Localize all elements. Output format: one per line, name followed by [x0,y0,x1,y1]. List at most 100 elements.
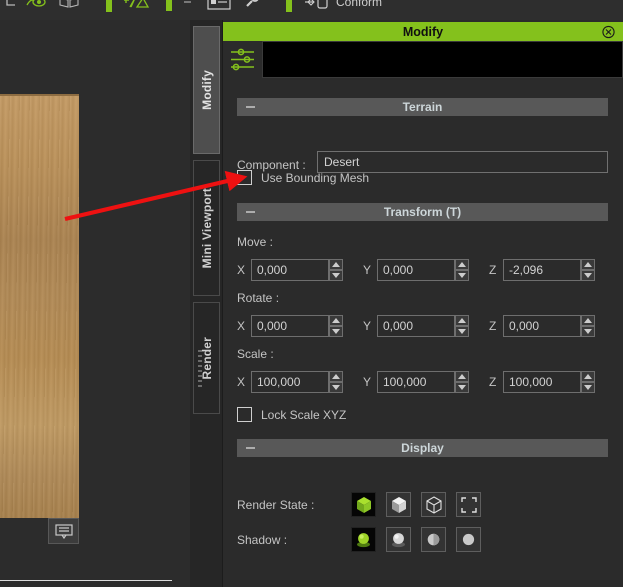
render-state-wireframe-button[interactable] [421,492,446,517]
close-circle-icon[interactable] [602,25,615,38]
sidebar-item-mini-viewport[interactable]: Mini Viewport [193,160,220,296]
use-bounding-mesh-checkbox[interactable] [237,170,252,185]
page-title: Modify [402,24,444,39]
scale-z-spinner[interactable] [581,371,595,393]
scale-label: Scale : [237,347,274,361]
move-y-spinner[interactable] [455,259,469,281]
scale-y-spin-up[interactable] [455,371,469,382]
scale-x-axis-label: X [237,375,246,389]
move-label: Move : [237,235,274,249]
rotate-z-spinner[interactable] [581,315,595,337]
modify-panel: Modify Terrain Component : Desert Use Bo… [223,20,623,587]
rotate-y-axis-label: Y [363,319,372,333]
measure-icon[interactable] [4,0,18,12]
section-title-transform: Transform (T) [383,205,462,219]
lock-scale-xyz-checkbox[interactable] [237,407,252,422]
toolbar-separator-3 [286,0,292,12]
render-state-label: Render State : [237,498,315,512]
scale-z-axis-label: Z [489,375,497,389]
scale-y-spin-down[interactable] [455,382,469,393]
viewport-divider [0,580,172,581]
move-z-spin-up[interactable] [581,259,595,270]
rail-grip [198,350,202,390]
rotate-y-spin-down[interactable] [455,326,469,337]
conform-icon[interactable] [304,0,332,12]
mirror-icon[interactable] [58,0,80,12]
sidebar-item-modify[interactable]: Modify [193,26,220,154]
section-header-display[interactable]: Display [237,439,608,457]
conform-label: Conform [336,0,383,9]
dash-icon[interactable] [182,0,194,12]
toolbar-separator-2 [166,0,172,12]
tab-label-modify: Modify [199,70,214,110]
shadow-half-button[interactable] [421,527,446,552]
toolstrip-display-area [262,41,623,78]
scale-x-input[interactable]: 100,000 [251,371,329,393]
move-z-axis-label: Z [489,263,497,277]
scale-y-axis-label: Y [363,375,372,389]
section-title-terrain: Terrain [402,100,443,114]
3d-viewport[interactable] [0,20,190,587]
rotate-x-spin-up[interactable] [329,315,343,326]
add-triangle-icon[interactable] [124,0,150,12]
rotate-z-input[interactable]: 0,000 [503,315,581,337]
collapse-icon-terrain[interactable] [246,106,255,108]
render-state-shaded-button[interactable] [386,492,411,517]
collapse-icon-display[interactable] [246,447,255,449]
scale-z-input[interactable]: 100,000 [503,371,581,393]
panel-titlebar: Modify [223,22,623,41]
move-x-axis-label: X [237,263,246,277]
move-y-spin-down[interactable] [455,270,469,281]
rotate-z-spin-up[interactable] [581,315,595,326]
rotate-x-spin-down[interactable] [329,326,343,337]
shadow-soft-button[interactable] [386,527,411,552]
section-header-terrain[interactable]: Terrain [237,98,608,116]
scale-x-spin-up[interactable] [329,371,343,382]
properties-icon[interactable] [206,0,232,12]
toolbar-separator-1 [106,0,112,12]
shadow-full-button[interactable] [351,527,376,552]
scale-z-spin-down[interactable] [581,382,595,393]
collapse-icon-transform[interactable] [246,211,255,213]
terrain-surface [0,96,79,518]
use-bounding-mesh-row[interactable]: Use Bounding Mesh [237,170,369,185]
move-z-spinner[interactable] [581,259,595,281]
rotate-y-spin-up[interactable] [455,315,469,326]
section-title-display: Display [401,441,444,455]
move-y-input[interactable]: 0,000 [377,259,455,281]
rotate-y-spinner[interactable] [455,315,469,337]
rotate-x-axis-label: X [237,319,246,333]
move-x-spin-up[interactable] [329,259,343,270]
move-x-input[interactable]: 0,000 [251,259,329,281]
comment-icon[interactable] [48,518,79,544]
rotate-label: Rotate : [237,291,280,305]
move-z-input[interactable]: -2,096 [503,259,581,281]
rotate-y-input[interactable]: 0,000 [377,315,455,337]
use-bounding-mesh-label: Use Bounding Mesh [261,170,370,185]
scale-x-spinner[interactable] [329,371,343,393]
scale-y-input[interactable]: 100,000 [377,371,455,393]
lock-scale-xyz-label: Lock Scale XYZ [261,407,347,422]
move-z-spin-down[interactable] [581,270,595,281]
render-state-bounds-button[interactable] [456,492,481,517]
panel-tab-rail: Modify Mini Viewport Render [190,20,223,587]
render-state-solid-button[interactable] [351,492,376,517]
eye-snap-icon[interactable] [26,0,46,12]
tab-label-mini-viewport: Mini Viewport [199,187,214,269]
lock-scale-xyz-row[interactable]: Lock Scale XYZ [237,407,346,422]
move-x-spinner[interactable] [329,259,343,281]
section-header-transform[interactable]: Transform (T) [237,203,608,221]
scale-z-spin-up[interactable] [581,371,595,382]
rotate-z-spin-down[interactable] [581,326,595,337]
rotate-z-axis-label: Z [489,319,497,333]
sliders-icon[interactable] [226,42,261,77]
scale-x-spin-down[interactable] [329,382,343,393]
rotate-x-spinner[interactable] [329,315,343,337]
panel-toolstrip [223,41,623,78]
shadow-none-button[interactable] [456,527,481,552]
move-x-spin-down[interactable] [329,270,343,281]
key-icon[interactable] [244,0,262,12]
rotate-x-input[interactable]: 0,000 [251,315,329,337]
move-y-spin-up[interactable] [455,259,469,270]
scale-y-spinner[interactable] [455,371,469,393]
